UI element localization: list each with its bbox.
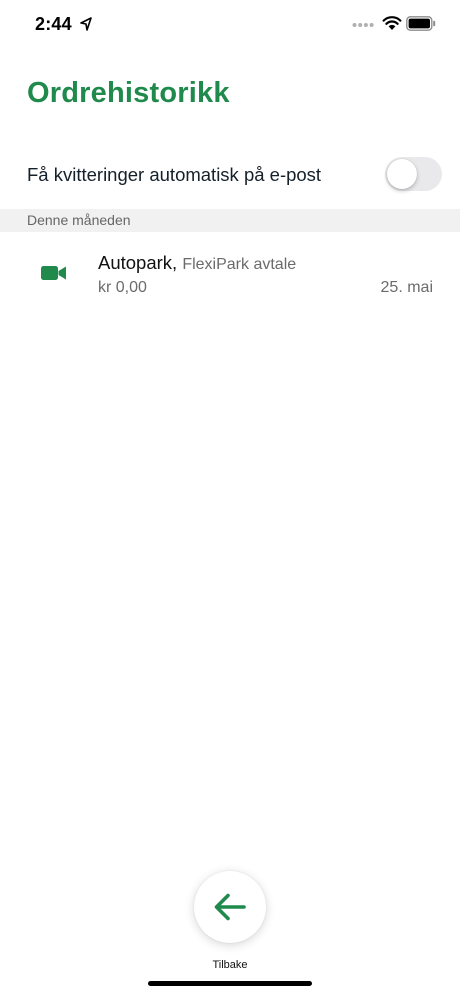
status-time: 2:44 — [35, 14, 72, 34]
auto-receipt-setting: Få kvitteringer automatisk på e-post — [0, 150, 460, 200]
cellular-signal-icon — [352, 23, 374, 27]
back-button[interactable] — [194, 871, 266, 943]
section-header: Denne måneden — [0, 209, 460, 232]
order-date: 25. mai — [380, 279, 433, 296]
section-header-label: Denne måneden — [27, 212, 131, 228]
video-camera-icon — [41, 266, 66, 280]
location-arrow-icon — [80, 17, 92, 31]
battery-icon — [406, 16, 436, 31]
arrow-left-icon — [214, 893, 246, 921]
order-title: Autopark, FlexiPark avtale — [98, 252, 296, 274]
page-title: Ordrehistorikk — [27, 77, 230, 109]
order-list-item[interactable]: Autopark, FlexiPark avtale kr 0,00 25. m… — [0, 240, 460, 310]
wifi-icon — [382, 16, 402, 30]
back-button-label: Tilbake — [212, 959, 248, 971]
home-indicator[interactable] — [148, 981, 312, 986]
auto-receipt-toggle[interactable] — [385, 157, 442, 191]
auto-receipt-label: Få kvitteringer automatisk på e-post — [27, 164, 322, 185]
toggle-knob — [387, 159, 417, 189]
order-price: kr 0,00 — [98, 279, 147, 296]
order-merchant: Autopark, — [98, 252, 178, 273]
order-product: FlexiPark avtale — [182, 256, 297, 273]
status-bar: 2:44 — [0, 0, 460, 50]
